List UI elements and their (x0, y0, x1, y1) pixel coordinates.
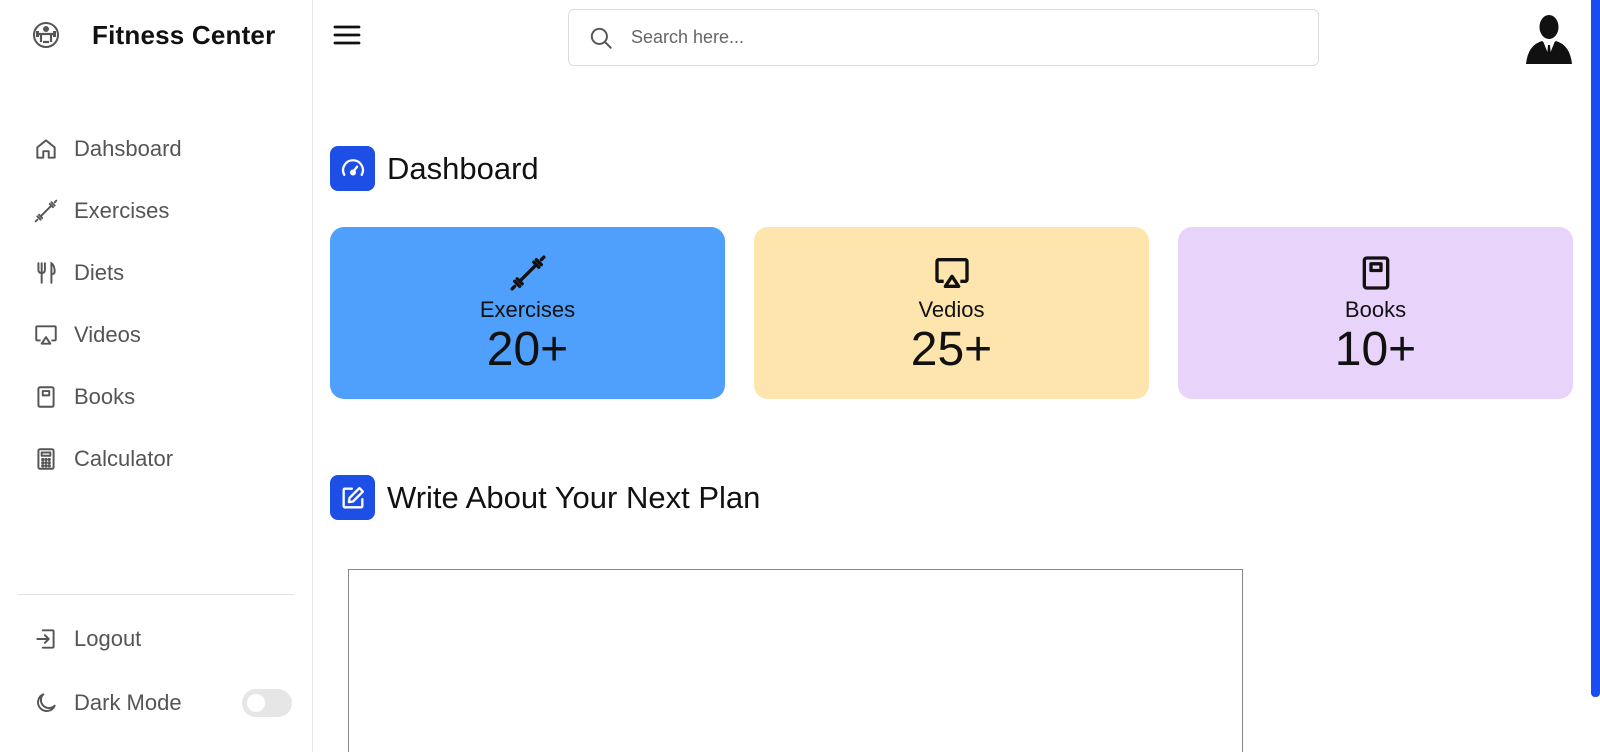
stat-card-label: Vedios (918, 297, 985, 322)
logout-button[interactable]: Logout (30, 607, 292, 671)
logout-label: Logout (74, 626, 142, 651)
sidebar-item-label: Diets (74, 260, 125, 285)
fork-knife-icon (30, 257, 62, 289)
gym-logo-icon (30, 19, 62, 51)
menu-toggle-button[interactable] (330, 20, 364, 54)
brand[interactable]: Fitness Center (30, 17, 275, 53)
page-title: Dashboard (387, 150, 539, 186)
moon-icon (30, 687, 62, 719)
plan-header: Write About Your Next Plan (330, 475, 760, 520)
sidebar-bottom: Logout Dark Mode (30, 607, 292, 735)
book-icon (1354, 251, 1398, 295)
dumbbell-icon (30, 195, 62, 227)
sidebar-item-exercises[interactable]: Exercises (30, 180, 290, 242)
stat-card-books[interactable]: Books 10+ (1178, 227, 1573, 399)
dumbbell-icon (506, 251, 550, 295)
book-icon (30, 381, 62, 413)
dark-mode-label: Dark Mode (74, 690, 182, 715)
sidebar-nav: Dahsboard Exercises Diets Videos Books C… (30, 118, 290, 490)
search-icon[interactable] (587, 24, 615, 52)
sidebar-item-videos[interactable]: Videos (30, 304, 290, 366)
calculator-icon (30, 443, 62, 475)
sidebar-item-label: Videos (74, 322, 141, 347)
screen-cast-icon (930, 251, 974, 295)
sidebar-item-label: Exercises (74, 198, 170, 223)
sidebar-item-label: Calculator (74, 446, 174, 471)
search-bar (568, 9, 1319, 66)
dark-mode-toggle[interactable] (242, 689, 292, 717)
speedometer-icon (330, 146, 375, 191)
avatar[interactable] (1524, 12, 1574, 64)
home-icon (30, 133, 62, 165)
dashboard-header: Dashboard (330, 146, 539, 191)
sidebar-item-label: Dahsboard (74, 136, 182, 161)
toggle-knob (247, 694, 265, 712)
sidebar-divider (18, 594, 294, 595)
plan-title: Write About Your Next Plan (387, 479, 761, 515)
stat-card-value: 25+ (910, 323, 993, 376)
search-input[interactable] (631, 27, 1271, 48)
edit-icon (330, 475, 375, 520)
sidebar-item-diets[interactable]: Diets (30, 242, 290, 304)
stat-card-label: Books (1344, 297, 1407, 322)
sidebar-item-label: Books (74, 384, 136, 409)
logout-icon (30, 623, 62, 655)
stat-card-label: Exercises (479, 297, 576, 322)
stat-card-value: 10+ (1334, 323, 1417, 376)
sidebar: Fitness Center Dahsboard Exercises Diets… (0, 0, 313, 752)
dark-mode-row: Dark Mode (30, 671, 292, 735)
stat-cards: Exercises 20+ Vedios 25+ Books 10+ (330, 227, 1574, 399)
stat-card-exercises[interactable]: Exercises 20+ (330, 227, 725, 399)
plan-textarea[interactable] (348, 569, 1243, 752)
sidebar-item-dashboard[interactable]: Dahsboard (30, 118, 290, 180)
screen-cast-icon (30, 319, 62, 351)
hamburger-icon (332, 23, 362, 52)
stat-card-videos[interactable]: Vedios 25+ (754, 227, 1149, 399)
sidebar-item-calculator[interactable]: Calculator (30, 428, 290, 490)
brand-title: Fitness Center (92, 19, 276, 50)
scrollbar-thumb[interactable] (1591, 0, 1600, 697)
sidebar-item-books[interactable]: Books (30, 366, 290, 428)
stat-card-value: 20+ (486, 323, 569, 376)
